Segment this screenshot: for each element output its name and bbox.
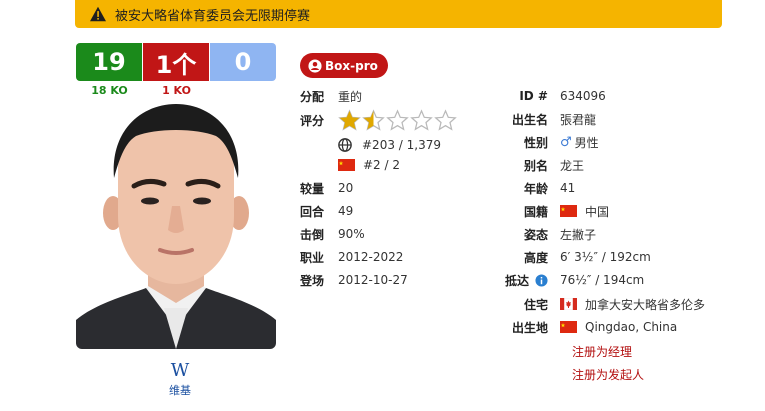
suspension-banner: 被安大略省体育委员会无限期停赛 bbox=[75, 0, 722, 28]
male-icon: ♂ bbox=[560, 134, 572, 150]
birthplace-value: Qingdao, China bbox=[585, 320, 678, 334]
ko-label: 击倒 bbox=[300, 227, 325, 242]
draws-count: 0 bbox=[210, 43, 276, 81]
canada-flag-icon bbox=[560, 298, 577, 310]
banner-text: 被安大略省体育委员会无限期停赛 bbox=[115, 8, 311, 24]
sex-value: 男性 bbox=[574, 135, 599, 150]
alias-value: 龙王 bbox=[560, 158, 585, 173]
fight-record: 19 1个 0 bbox=[76, 43, 276, 81]
user-icon bbox=[308, 58, 322, 73]
id-label: ID # bbox=[519, 89, 548, 103]
rating-star-icon bbox=[410, 109, 433, 131]
debut-row: 登场 2012-10-27 bbox=[300, 270, 408, 290]
nationality-label: 国籍 bbox=[523, 204, 548, 219]
wikipedia-link[interactable]: W 维基 bbox=[160, 362, 200, 398]
rating-label: 评分 bbox=[300, 113, 325, 128]
birthplace-label: 出生地 bbox=[511, 320, 548, 335]
rating-star-icon bbox=[338, 109, 361, 131]
country-rank-row: #2 / 2 bbox=[338, 156, 400, 174]
division-value: 重的 bbox=[338, 89, 363, 104]
register-manager-link[interactable]: 注册为经理 bbox=[572, 343, 632, 360]
reach-value: 76½″ / 194cm bbox=[560, 273, 645, 287]
career-row: 职业 2012-2022 bbox=[300, 247, 403, 267]
stance-row: 姿态 左撇子 bbox=[480, 224, 596, 244]
rating-stars bbox=[338, 109, 458, 131]
height-label: 高度 bbox=[523, 250, 548, 265]
residence-value: 加拿大安大略省多伦多 bbox=[585, 297, 706, 312]
losses-count: 1个 bbox=[143, 43, 209, 81]
world-rank-row: #203 / 1,379 bbox=[338, 136, 441, 154]
stance-label: 姿态 bbox=[523, 227, 548, 242]
wins-ko: 18 KO bbox=[91, 84, 128, 97]
division-label: 分配 bbox=[300, 89, 325, 104]
china-flag-icon bbox=[560, 205, 577, 217]
info-icon[interactable] bbox=[535, 273, 548, 287]
birthplace-row: 出生地 Qingdao, China bbox=[480, 317, 677, 337]
residence-row: 住宅 加拿大安大略省多伦多 bbox=[480, 294, 705, 314]
bouts-value: 20 bbox=[338, 181, 354, 195]
alias-label: 别名 bbox=[523, 158, 548, 173]
career-label: 职业 bbox=[300, 250, 325, 265]
nationality-value: 中国 bbox=[585, 204, 610, 219]
birth-name-row: 出生名 張君龍 bbox=[480, 109, 596, 129]
rating-star-icon bbox=[362, 109, 385, 131]
residence-label: 住宅 bbox=[523, 297, 548, 312]
height-value: 6′ 3½″ / 192cm bbox=[560, 250, 651, 264]
bouts-row: 较量 20 bbox=[300, 178, 353, 198]
birth-name-label: 出生名 bbox=[511, 112, 548, 127]
rating-row: 评分 bbox=[300, 109, 458, 131]
rating-star-icon bbox=[434, 109, 457, 131]
sex-row: 性别 ♂ 男性 bbox=[480, 132, 599, 152]
age-row: 年龄 41 bbox=[480, 178, 575, 198]
birth-name-value: 張君龍 bbox=[560, 112, 597, 127]
rounds-value: 49 bbox=[338, 204, 354, 218]
boxer-photo bbox=[76, 98, 276, 349]
debut-value: 2012-10-27 bbox=[338, 273, 408, 287]
world-rank: #203 / 1,379 bbox=[362, 138, 441, 152]
reach-label: 抵达 bbox=[504, 273, 529, 288]
wins-count: 19 bbox=[76, 43, 142, 81]
country-rank: #2 / 2 bbox=[363, 158, 400, 172]
bouts-label: 较量 bbox=[300, 181, 325, 196]
career-value: 2012-2022 bbox=[338, 250, 404, 264]
china-flag-icon bbox=[560, 321, 577, 333]
losses-ko: 1 KO bbox=[162, 84, 191, 97]
id-value: 634096 bbox=[560, 89, 606, 103]
age-value: 41 bbox=[560, 181, 576, 195]
alias-row: 别名 龙王 bbox=[480, 155, 584, 175]
stance-value: 左撇子 bbox=[560, 227, 597, 242]
rounds-row: 回合 49 bbox=[300, 201, 353, 221]
nationality-row: 国籍 中国 bbox=[480, 201, 609, 221]
rating-star-icon bbox=[386, 109, 409, 131]
register-promoter-link[interactable]: 注册为发起人 bbox=[572, 366, 644, 383]
rounds-label: 回合 bbox=[300, 204, 325, 219]
height-row: 高度 6′ 3½″ / 192cm bbox=[480, 247, 651, 267]
division-row: 分配 重的 bbox=[300, 86, 362, 106]
warning-icon bbox=[90, 6, 106, 22]
badge-label: Box-pro bbox=[325, 58, 378, 73]
box-pro-badge[interactable]: Box-pro bbox=[300, 53, 388, 78]
globe-icon bbox=[338, 138, 352, 152]
china-flag-icon bbox=[338, 159, 355, 171]
ko-breakdown: 18 KO 1 KO bbox=[76, 84, 210, 97]
ko-row: 击倒 90% bbox=[300, 224, 365, 244]
id-row: ID # 634096 bbox=[480, 86, 606, 106]
age-label: 年龄 bbox=[523, 181, 548, 196]
sex-label: 性别 bbox=[523, 135, 548, 150]
reach-row: 抵达 76½″ / 194cm bbox=[480, 270, 644, 290]
wikipedia-icon: W bbox=[170, 360, 190, 381]
debut-label: 登场 bbox=[300, 273, 325, 288]
wikipedia-label: 维基 bbox=[169, 384, 191, 397]
ko-value: 90% bbox=[338, 227, 365, 241]
